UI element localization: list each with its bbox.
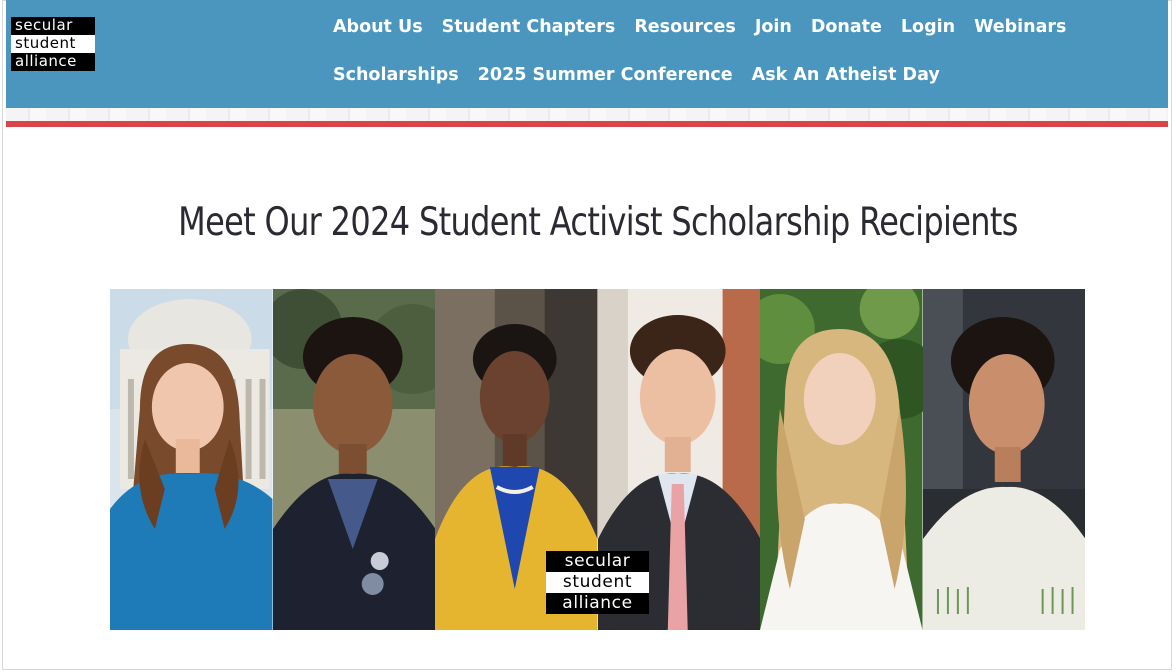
main-nav-row-1: About Us Student Chapters Resources Join… xyxy=(325,13,1077,41)
recipient-photo-6 xyxy=(922,289,1085,630)
nav-login[interactable]: Login xyxy=(893,13,966,41)
logo-line-2: student xyxy=(11,35,95,53)
nav-webinars[interactable]: Webinars xyxy=(966,13,1077,41)
photo-logo-line-1: secular xyxy=(546,551,649,572)
header-divider-line xyxy=(6,121,1168,127)
photo-logo-line-3: alliance xyxy=(546,593,649,614)
recipient-photo-5 xyxy=(760,289,923,630)
nav-join[interactable]: Join xyxy=(747,13,803,41)
recipient-photo-2 xyxy=(272,289,435,630)
site-logo[interactable]: secular student alliance xyxy=(11,17,96,71)
site-header: secular student alliance About Us Studen… xyxy=(6,0,1168,108)
nav-about-us[interactable]: About Us xyxy=(325,13,434,41)
decorative-pattern-strip xyxy=(6,108,1168,121)
photo-logo-line-2: student xyxy=(546,572,649,593)
page-title: Meet Our 2024 Student Activist Scholarsh… xyxy=(178,200,1018,245)
nav-summer-conference[interactable]: 2025 Summer Conference xyxy=(470,61,744,89)
main-nav-row-2: Scholarships 2025 Summer Conference Ask … xyxy=(325,61,951,89)
nav-ask-an-atheist-day[interactable]: Ask An Atheist Day xyxy=(744,61,951,89)
nav-resources[interactable]: Resources xyxy=(626,13,747,41)
nav-donate[interactable]: Donate xyxy=(803,13,893,41)
nav-student-chapters[interactable]: Student Chapters xyxy=(434,13,627,41)
nav-scholarships[interactable]: Scholarships xyxy=(325,61,470,89)
logo-line-1: secular xyxy=(11,17,95,35)
logo-line-3: alliance xyxy=(11,53,95,71)
recipient-photo-1 xyxy=(110,289,273,630)
photo-overlay-logo: secular student alliance xyxy=(546,551,649,614)
